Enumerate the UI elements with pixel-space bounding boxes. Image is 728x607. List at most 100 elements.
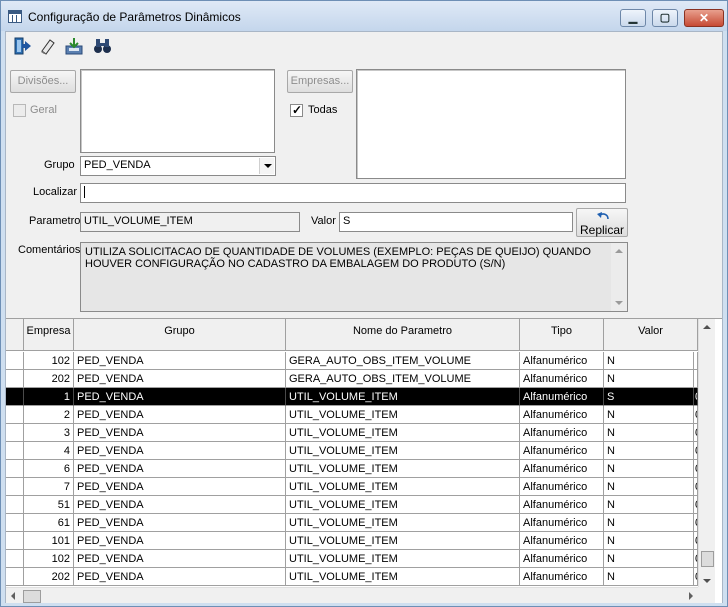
cell-ind[interactable] [6, 442, 24, 460]
cell-tipo[interactable]: Alfanumérico [520, 388, 604, 406]
cell-nome[interactable]: UTIL_VOLUME_ITEM [286, 442, 520, 460]
search-button[interactable] [89, 35, 113, 57]
grupo-select[interactable]: PED_VENDA [80, 156, 276, 176]
cell-ind[interactable] [6, 370, 24, 388]
cell-tipo[interactable]: Alfanumérico [520, 514, 604, 532]
table-row[interactable]: 102 PED_VENDA GERA_AUTO_OBS_ITEM_VOLUME Alf… [6, 352, 698, 370]
close-button[interactable]: ✕ [684, 9, 724, 27]
cell-grupo[interactable]: PED_VENDA [74, 550, 286, 568]
cell-valor[interactable]: N [604, 514, 694, 532]
cell-valor[interactable]: N [604, 550, 694, 568]
todas-checkbox[interactable]: ✓ [290, 103, 303, 117]
cell-tipo[interactable]: Alfanumérico [520, 424, 604, 442]
chevron-down-icon[interactable] [259, 158, 274, 174]
cell-ind[interactable] [6, 514, 24, 532]
cell-grupo[interactable]: PED_VENDA [74, 406, 286, 424]
divisoes-button[interactable]: Divisões... [10, 70, 76, 93]
cell-grupo[interactable]: PED_VENDA [74, 388, 286, 406]
cell-tipo[interactable]: Alfanumérico [520, 460, 604, 478]
cell-grupo[interactable]: PED_VENDA [74, 496, 286, 514]
table-row[interactable]: 1PED_VENDAUTIL_VOLUME_ITEMAlfanuméricoS0 [6, 388, 698, 406]
cell-tipo[interactable]: Alfanumérico [520, 406, 604, 424]
cell-nome[interactable]: UTIL_VOLUME_ITEM [286, 514, 520, 532]
horizontal-scroll-thumb[interactable] [23, 590, 41, 603]
header-nome-parametro[interactable]: Nome do Parametro [286, 319, 520, 351]
cell-tipo[interactable]: Alfanumérico [520, 532, 604, 550]
cell-nome[interactable]: GERA_AUTO_OBS_ITEM_VOLUME [286, 352, 520, 370]
cell-ind[interactable] [6, 406, 24, 424]
valor-input[interactable]: S [339, 212, 573, 232]
cell-grupo[interactable]: PED_VENDA [74, 352, 286, 370]
table-row[interactable]: 61 PED_VENDA UTIL_VOLUME_ITEM Alfanumérico N… [6, 514, 698, 532]
cell-tipo[interactable]: Alfanumérico [520, 352, 604, 370]
cell-tipo[interactable]: Alfanumérico [520, 442, 604, 460]
cell-empresa[interactable]: 101 [24, 532, 74, 550]
grid-vertical-scrollbar[interactable] [698, 319, 715, 587]
eraser-button[interactable] [35, 35, 59, 57]
cell-ind[interactable] [6, 388, 24, 406]
cell-ind[interactable] [6, 550, 24, 568]
maximize-button[interactable]: ▢ [652, 9, 678, 27]
cell-nome[interactable]: UTIL_VOLUME_ITEM [286, 496, 520, 514]
table-row[interactable]: 101 PED_VENDA UTIL_VOLUME_ITEM Alfanumérico… [6, 532, 698, 550]
empresas-list[interactable] [356, 69, 626, 179]
comentarios-memo[interactable]: UTILIZA SOLICITACAO DE QUANTIDADE DE VOL… [80, 242, 628, 312]
table-row[interactable]: 3PED_VENDAUTIL_VOLUME_ITEMAlfanuméricoN0 [6, 424, 698, 442]
cell-valor[interactable]: S [604, 388, 694, 406]
header-valor[interactable]: Valor [604, 319, 698, 351]
cell-nome[interactable]: UTIL_VOLUME_ITEM [286, 388, 520, 406]
table-row[interactable]: 7PED_VENDAUTIL_VOLUME_ITEMAlfanuméricoN0 [6, 478, 698, 496]
cell-grupo[interactable]: PED_VENDA [74, 478, 286, 496]
cell-empresa[interactable]: 3 [24, 424, 74, 442]
memo-scrollbar[interactable] [611, 243, 627, 311]
cell-grupo[interactable]: PED_VENDA [74, 532, 286, 550]
table-row[interactable]: 51 PED_VENDA UTIL_VOLUME_ITEM Alfanumérico N… [6, 496, 698, 514]
cell-empresa[interactable]: 102 [24, 352, 74, 370]
table-row[interactable]: 202 PED_VENDA UTIL_VOLUME_ITEM Alfanumérico… [6, 568, 698, 586]
cell-nome[interactable]: UTIL_VOLUME_ITEM [286, 478, 520, 496]
header-grupo[interactable]: Grupo [74, 319, 286, 351]
cell-tipo[interactable]: Alfanumérico [520, 478, 604, 496]
geral-checkbox[interactable] [13, 104, 26, 117]
table-row[interactable]: 202 PED_VENDA GERA_AUTO_OBS_ITEM_VOLUME Alf… [6, 370, 698, 388]
cell-grupo[interactable]: PED_VENDA [74, 442, 286, 460]
cell-valor[interactable]: N [604, 460, 694, 478]
cell-empresa[interactable]: 2 [24, 406, 74, 424]
cell-nome[interactable]: GERA_AUTO_OBS_ITEM_VOLUME [286, 370, 520, 388]
cell-ind[interactable] [6, 478, 24, 496]
cell-grupo[interactable]: PED_VENDA [74, 460, 286, 478]
grid-horizontal-scrollbar[interactable] [6, 587, 698, 603]
cell-valor[interactable]: N [604, 478, 694, 496]
title-bar[interactable]: Configuração de Parâmetros Dinâmicos ▁ ▢… [1, 1, 727, 31]
cell-empresa[interactable]: 61 [24, 514, 74, 532]
cell-ind[interactable] [6, 532, 24, 550]
cell-empresa[interactable]: 202 [24, 370, 74, 388]
cell-valor[interactable]: N [604, 370, 694, 388]
divisoes-list[interactable] [80, 69, 275, 153]
table-row[interactable]: 4PED_VENDAUTIL_VOLUME_ITEMAlfanuméricoN0 [6, 442, 698, 460]
cell-ind[interactable] [6, 352, 24, 370]
empresas-button[interactable]: Empresas... [287, 70, 353, 93]
table-row[interactable]: 102 PED_VENDA UTIL_VOLUME_ITEM Alfanumérico… [6, 550, 698, 568]
cell-ind[interactable] [6, 496, 24, 514]
table-row[interactable]: 2PED_VENDAUTIL_VOLUME_ITEMAlfanuméricoN0 [6, 406, 698, 424]
cell-ind[interactable] [6, 568, 24, 586]
cell-grupo[interactable]: PED_VENDA [74, 370, 286, 388]
parameters-grid[interactable]: Empresa Grupo Nome do Parametro Tipo Val… [6, 318, 722, 603]
vertical-scroll-thumb[interactable] [701, 551, 714, 567]
exit-button[interactable] [10, 35, 34, 57]
cell-grupo[interactable]: PED_VENDA [74, 568, 286, 586]
localizar-input[interactable] [80, 183, 626, 203]
cell-tipo[interactable]: Alfanumérico [520, 568, 604, 586]
scroll-down-icon[interactable] [615, 301, 623, 305]
cell-ind[interactable] [6, 460, 24, 478]
cell-valor[interactable]: N [604, 532, 694, 550]
header-tipo[interactable]: Tipo [520, 319, 604, 351]
cell-tipo[interactable]: Alfanumérico [520, 550, 604, 568]
cell-empresa[interactable]: 7 [24, 478, 74, 496]
cell-empresa[interactable]: 4 [24, 442, 74, 460]
save-button[interactable] [61, 35, 85, 57]
cell-valor[interactable]: N [604, 424, 694, 442]
cell-valor[interactable]: N [604, 568, 694, 586]
scroll-up-icon[interactable] [615, 249, 623, 253]
